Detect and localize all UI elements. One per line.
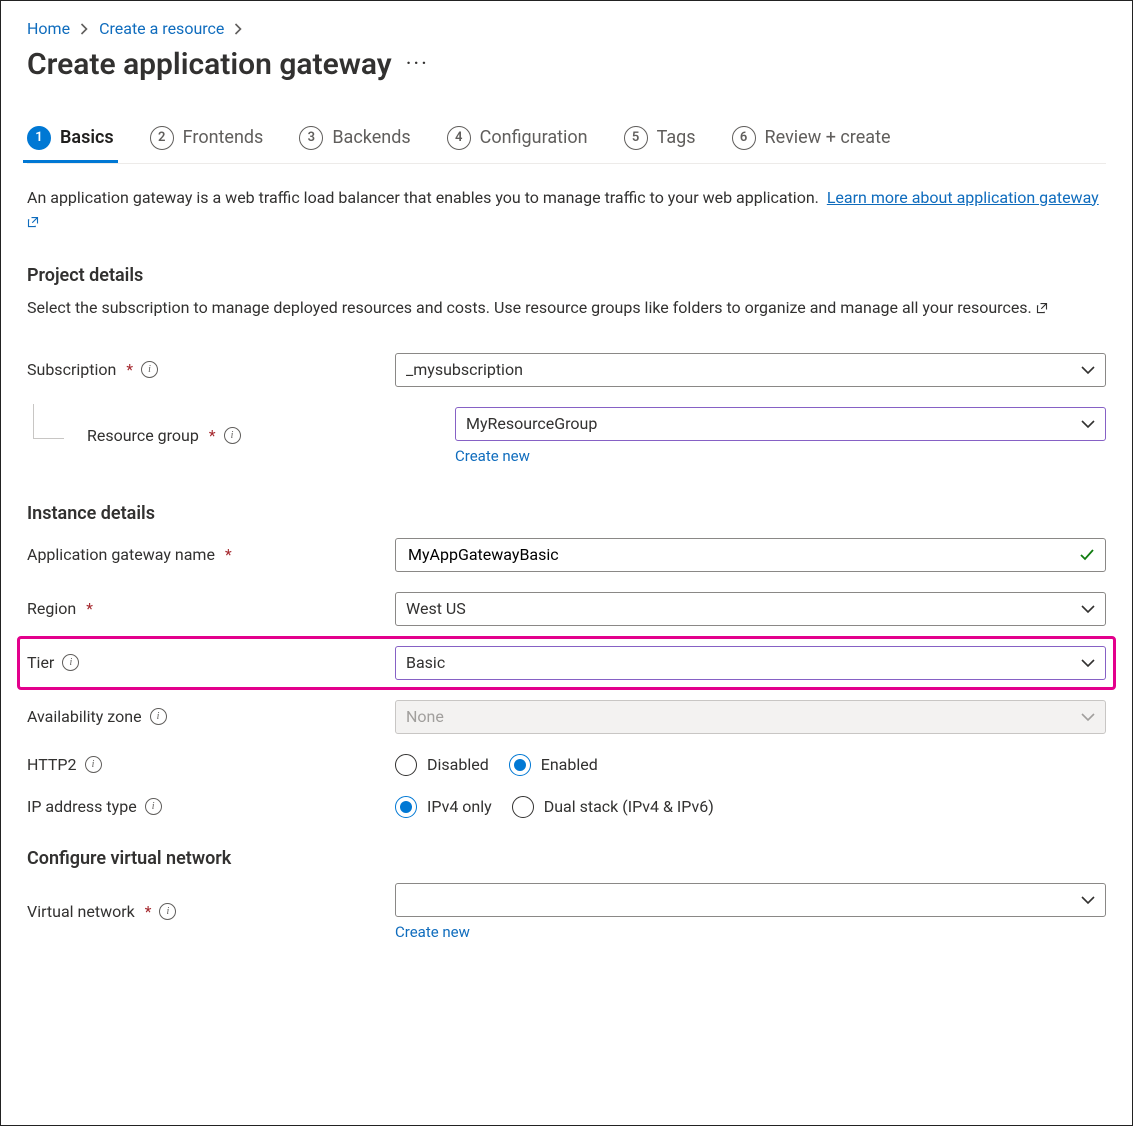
http2-radio-group: Disabled Enabled [395,754,1106,776]
breadcrumb: Home Create a resource [27,19,1106,38]
ip-type-radio-group: IPv4 only Dual stack (IPv4 & IPv6) [395,796,1106,818]
check-icon [1079,547,1095,563]
page-title: Create application gateway [27,46,392,84]
tab-backends[interactable]: 3 Backends [299,120,410,162]
tab-label: Review + create [765,127,891,148]
create-new-vnet-link[interactable]: Create new [395,923,470,941]
radio-icon [395,754,417,776]
chevron-down-icon [1081,658,1095,668]
dual-stack-radio[interactable]: Dual stack (IPv4 & IPv6) [512,796,714,818]
wizard-tabs: 1 Basics 2 Frontends 3 Backends 4 Config… [27,120,1106,163]
info-icon[interactable]: i [224,427,241,444]
radio-icon [512,796,534,818]
tab-review-create[interactable]: 6 Review + create [732,120,891,162]
breadcrumb-home[interactable]: Home [27,19,70,38]
ip-type-label: IP address type [27,797,137,816]
radio-label: IPv4 only [427,797,492,816]
tab-label: Tags [657,127,696,148]
info-icon[interactable]: i [85,756,102,773]
radio-label: Enabled [541,755,598,774]
http2-label: HTTP2 [27,755,77,774]
region-label: Region [27,599,76,618]
info-icon[interactable]: i [150,708,167,725]
tab-basics[interactable]: 1 Basics [27,120,114,162]
external-link-icon [1036,300,1048,317]
tab-step-number: 1 [27,126,51,150]
chevron-down-icon [1081,604,1095,614]
chevron-down-icon [1081,365,1095,375]
subscription-value: _mysubscription [406,360,523,379]
radio-label: Disabled [427,755,489,774]
virtual-network-dropdown[interactable] [395,883,1106,917]
chevron-down-icon [1081,712,1095,722]
info-icon[interactable]: i [141,361,158,378]
tab-step-number: 2 [150,126,174,150]
required-asterisk: * [145,903,152,921]
resource-group-value: MyResourceGroup [466,414,597,433]
breadcrumb-create-resource[interactable]: Create a resource [99,19,224,38]
intro-copy: An application gateway is a web traffic … [27,188,819,207]
tab-step-number: 6 [732,126,756,150]
tab-label: Frontends [183,127,264,148]
radio-icon [395,796,417,818]
required-asterisk: * [209,427,216,445]
required-asterisk: * [86,600,93,618]
tab-frontends[interactable]: 2 Frontends [150,120,264,162]
chevron-right-icon [234,23,243,35]
tab-label: Backends [332,127,410,148]
required-asterisk: * [126,361,133,379]
tab-step-number: 5 [624,126,648,150]
tab-step-number: 3 [299,126,323,150]
ipv4-only-radio[interactable]: IPv4 only [395,796,492,818]
availability-zone-value: None [406,707,444,726]
tab-label: Basics [60,127,114,148]
configure-vnet-heading: Configure virtual network [27,848,1106,869]
chevron-down-icon [1081,419,1095,429]
availability-zone-label: Availability zone [27,707,142,726]
resource-group-dropdown[interactable]: MyResourceGroup [455,407,1106,441]
chevron-right-icon [80,23,89,35]
tab-step-number: 4 [447,126,471,150]
tier-value: Basic [406,653,445,672]
required-asterisk: * [225,546,232,564]
app-gateway-name-input[interactable] [395,538,1106,572]
create-new-rg-link[interactable]: Create new [455,447,530,465]
chevron-down-icon [1081,895,1095,905]
app-gateway-name-label: Application gateway name [27,545,215,564]
instance-details-heading: Instance details [27,503,1106,524]
external-link-icon [27,214,39,231]
subscription-label: Subscription [27,360,116,379]
subscription-dropdown[interactable]: _mysubscription [395,353,1106,387]
project-details-heading: Project details [27,265,1106,286]
radio-label: Dual stack (IPv4 & IPv6) [544,797,714,816]
tier-label: Tier [27,653,54,672]
http2-enabled-radio[interactable]: Enabled [509,754,598,776]
tab-tags[interactable]: 5 Tags [624,120,696,162]
http2-disabled-radio[interactable]: Disabled [395,754,489,776]
availability-zone-dropdown[interactable]: None [395,700,1106,734]
resource-group-label: Resource group [87,426,199,445]
more-actions-button[interactable]: ··· [402,54,433,76]
project-details-sub: Select the subscription to manage deploy… [27,296,1106,321]
tier-dropdown[interactable]: Basic [395,646,1106,680]
info-icon[interactable]: i [145,798,162,815]
info-icon[interactable]: i [62,654,79,671]
radio-icon [509,754,531,776]
virtual-network-label: Virtual network [27,902,135,921]
info-icon[interactable]: i [159,903,176,920]
intro-text: An application gateway is a web traffic … [27,186,1106,236]
tab-label: Configuration [480,127,588,148]
region-dropdown[interactable]: West US [395,592,1106,626]
app-gateway-name-field[interactable] [406,538,1071,572]
region-value: West US [406,599,466,618]
tab-configuration[interactable]: 4 Configuration [447,120,588,162]
